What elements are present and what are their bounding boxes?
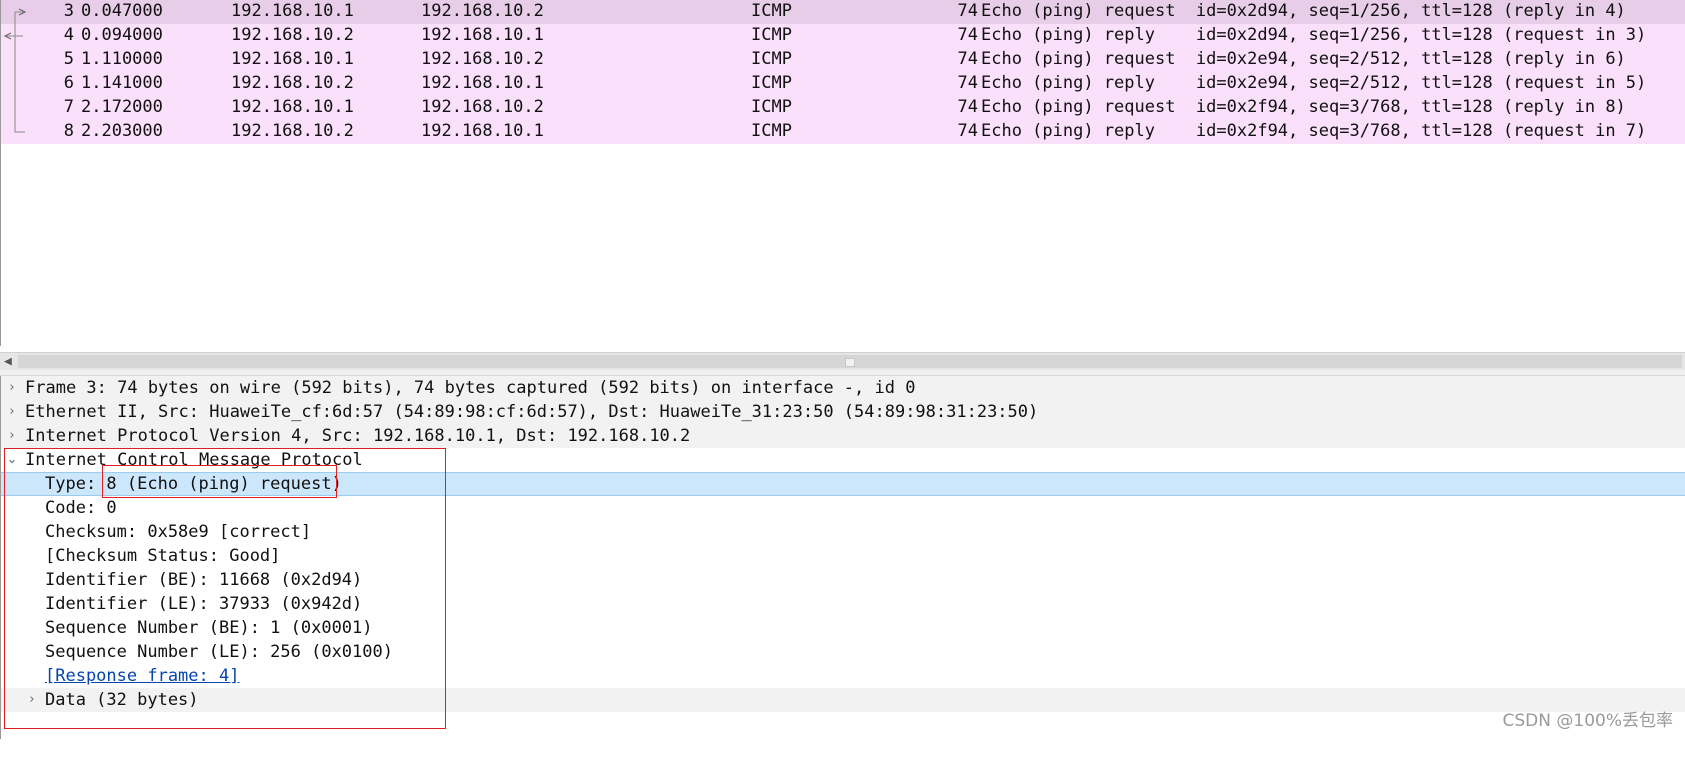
watermark: CSDN @100%丢包率: [1502, 711, 1673, 731]
packet-time: 1.110000: [81, 49, 163, 69]
packet-number: 4: [63, 25, 74, 45]
scrollbar-grip[interactable]: [845, 358, 855, 367]
tree-item-sequence-le[interactable]: Sequence Number (LE): 256 (0x0100): [1, 640, 1685, 664]
tree-item-label: Internet Control Message Protocol: [25, 450, 363, 470]
tree-item-label: Checksum: 0x58e9 [correct]: [45, 522, 312, 542]
packet-number: 7: [63, 97, 74, 117]
packet-info: Echo (ping) request id=0x2f94, seq=3/768…: [981, 97, 1626, 117]
tree-item-label: Type: 8 (Echo (ping) request): [45, 474, 342, 494]
tree-item-label: [Checksum Status: Good]: [45, 546, 281, 566]
packet-row[interactable]: 3 0.047000 192.168.10.1 192.168.10.2 ICM…: [1, 0, 1685, 24]
tree-item-label: Ethernet II, Src: HuaweiTe_cf:6d:57 (54:…: [25, 402, 1039, 422]
tree-item-ipv4[interactable]: › Internet Protocol Version 4, Src: 192.…: [1, 424, 1685, 448]
packet-source: 192.168.10.1: [231, 49, 354, 69]
packet-list: 3 0.047000 192.168.10.1 192.168.10.2 ICM…: [0, 0, 1685, 346]
packet-destination: 192.168.10.1: [421, 25, 544, 45]
packet-protocol: ICMP: [751, 1, 792, 21]
packet-number: 6: [63, 73, 74, 93]
packet-protocol: ICMP: [751, 73, 792, 93]
packet-row[interactable]: 5 1.110000 192.168.10.1 192.168.10.2 ICM…: [1, 48, 1685, 72]
packet-info: Echo (ping) reply id=0x2e94, seq=2/512, …: [981, 73, 1647, 93]
packet-protocol: ICMP: [751, 49, 792, 69]
tree-item-label: Identifier (BE): 11668 (0x2d94): [45, 570, 363, 590]
packet-destination: 192.168.10.2: [421, 97, 544, 117]
packet-length: 74: [957, 121, 978, 141]
tree-item-ethernet[interactable]: › Ethernet II, Src: HuaweiTe_cf:6d:57 (5…: [1, 400, 1685, 424]
packet-info: Echo (ping) request id=0x2d94, seq=1/256…: [981, 1, 1626, 21]
packet-length: 74: [957, 1, 978, 21]
chevron-right-icon[interactable]: ›: [5, 376, 19, 400]
packet-destination: 192.168.10.2: [421, 1, 544, 21]
chevron-right-icon[interactable]: ›: [25, 688, 39, 712]
packet-row[interactable]: 8 2.203000 192.168.10.2 192.168.10.1 ICM…: [1, 120, 1685, 144]
packet-row[interactable]: 7 2.172000 192.168.10.1 192.168.10.2 ICM…: [1, 96, 1685, 120]
tree-item-checksum-status[interactable]: [Checksum Status: Good]: [1, 544, 1685, 568]
tree-item-data[interactable]: › Data (32 bytes): [1, 688, 1685, 712]
packet-time: 2.203000: [81, 121, 163, 141]
packet-protocol: ICMP: [751, 121, 792, 141]
packet-number: 3: [63, 1, 74, 21]
packet-source: 192.168.10.2: [231, 25, 354, 45]
tree-item-label: Identifier (LE): 37933 (0x942d): [45, 594, 363, 614]
packet-number: 8: [63, 121, 74, 141]
scroll-left-icon[interactable]: ◀: [4, 353, 12, 370]
tree-item-icmp[interactable]: ⌄ Internet Control Message Protocol: [1, 448, 1685, 472]
packet-length: 74: [957, 97, 978, 117]
packet-info: Echo (ping) reply id=0x2d94, seq=1/256, …: [981, 25, 1647, 45]
tree-item-label: Sequence Number (BE): 1 (0x0001): [45, 618, 373, 638]
tree-item-identifier-le[interactable]: Identifier (LE): 37933 (0x942d): [1, 592, 1685, 616]
packet-destination: 192.168.10.1: [421, 73, 544, 93]
tree-item-sequence-be[interactable]: Sequence Number (BE): 1 (0x0001): [1, 616, 1685, 640]
packet-time: 0.047000: [81, 1, 163, 21]
packet-time: 2.172000: [81, 97, 163, 117]
packet-source: 192.168.10.2: [231, 121, 354, 141]
packet-number: 5: [63, 49, 74, 69]
tree-item-icmp-code[interactable]: Code: 0: [1, 496, 1685, 520]
tree-item-label: Sequence Number (LE): 256 (0x0100): [45, 642, 393, 662]
packet-info: Echo (ping) request id=0x2e94, seq=2/512…: [981, 49, 1626, 69]
packet-row[interactable]: 6 1.141000 192.168.10.2 192.168.10.1 ICM…: [1, 72, 1685, 96]
packet-source: 192.168.10.2: [231, 73, 354, 93]
tree-item-label: Internet Protocol Version 4, Src: 192.16…: [25, 426, 691, 446]
tree-item-icmp-type[interactable]: Type: 8 (Echo (ping) request): [1, 472, 1685, 496]
tree-item-response-frame[interactable]: [Response frame: 4]: [1, 664, 1685, 688]
related-packet-indicator: [3, 8, 27, 133]
chevron-right-icon[interactable]: ›: [5, 400, 19, 424]
tree-item-frame[interactable]: › Frame 3: 74 bytes on wire (592 bits), …: [1, 376, 1685, 400]
response-frame-link[interactable]: [Response frame: 4]: [45, 664, 239, 688]
packet-row[interactable]: 4 0.094000 192.168.10.2 192.168.10.1 ICM…: [1, 24, 1685, 48]
packet-details-tree: › Frame 3: 74 bytes on wire (592 bits), …: [0, 376, 1685, 739]
packet-length: 74: [957, 25, 978, 45]
packet-source: 192.168.10.1: [231, 1, 354, 21]
packet-time: 0.094000: [81, 25, 163, 45]
packet-source: 192.168.10.1: [231, 97, 354, 117]
tree-item-icmp-checksum[interactable]: Checksum: 0x58e9 [correct]: [1, 520, 1685, 544]
packet-destination: 192.168.10.1: [421, 121, 544, 141]
tree-item-label: Frame 3: 74 bytes on wire (592 bits), 74…: [25, 378, 916, 398]
chevron-down-icon[interactable]: ⌄: [5, 448, 19, 472]
horizontal-scrollbar[interactable]: ◀: [0, 352, 1685, 370]
tree-item-label: Code: 0: [45, 498, 117, 518]
packet-length: 74: [957, 49, 978, 69]
tree-item-identifier-be[interactable]: Identifier (BE): 11668 (0x2d94): [1, 568, 1685, 592]
packet-protocol: ICMP: [751, 97, 792, 117]
tree-item-label: Data (32 bytes): [45, 690, 199, 710]
chevron-right-icon[interactable]: ›: [5, 424, 19, 448]
packet-protocol: ICMP: [751, 25, 792, 45]
packet-destination: 192.168.10.2: [421, 49, 544, 69]
packet-length: 74: [957, 73, 978, 93]
packet-time: 1.141000: [81, 73, 163, 93]
packet-info: Echo (ping) reply id=0x2f94, seq=3/768, …: [981, 121, 1647, 141]
